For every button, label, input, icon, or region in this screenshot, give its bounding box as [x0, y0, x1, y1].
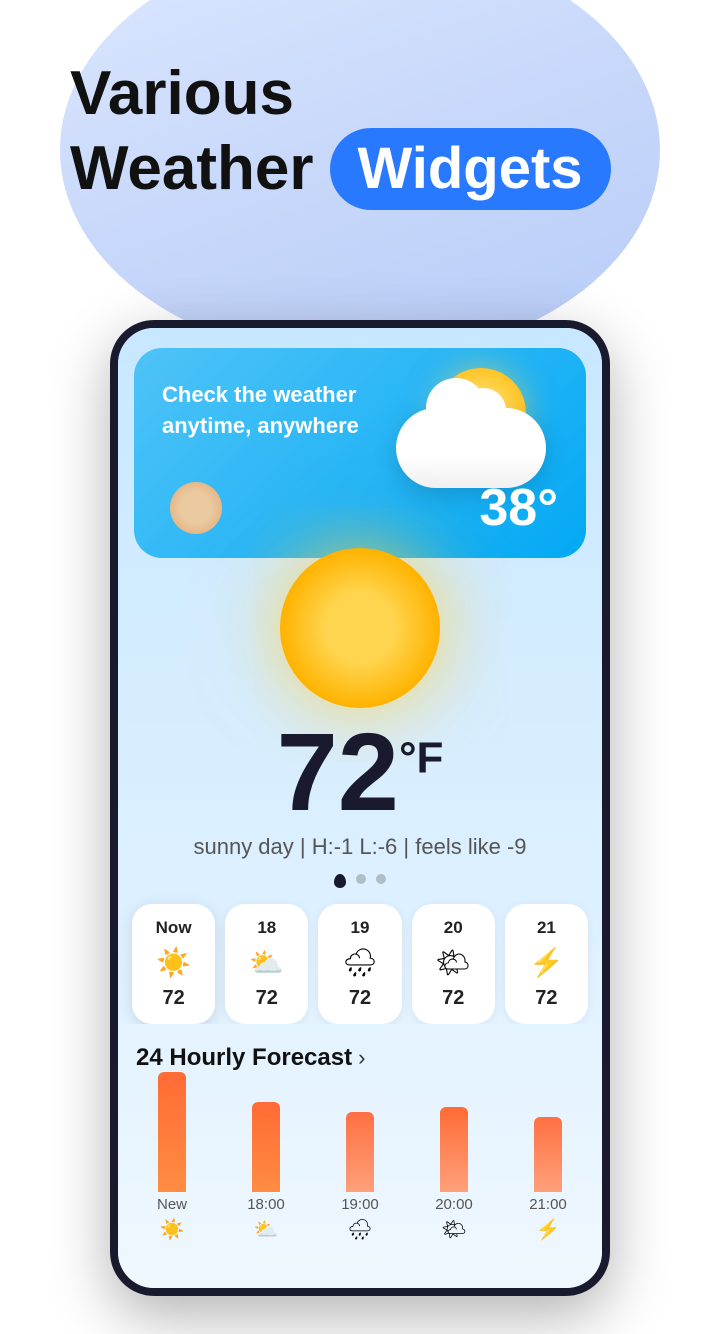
- hour-label: 18: [231, 918, 302, 938]
- bar-fill: [158, 1072, 186, 1192]
- hour-temp: 72: [418, 987, 489, 1010]
- hour-icon: 🌤: [418, 946, 489, 979]
- bar-label: New: [157, 1196, 187, 1213]
- bar-label: 18:00: [247, 1196, 285, 1213]
- bar-label: 20:00: [435, 1196, 473, 1213]
- temperature-unit: °F: [399, 733, 443, 782]
- hour-card[interactable]: 18 ⛅ 72: [225, 904, 308, 1024]
- weather-description: sunny day | H:-1 L:-6 | feels like -9: [138, 834, 582, 860]
- main-weather-section: 72°F sunny day | H:-1 L:-6 | feels like …: [118, 548, 602, 888]
- bar-column: New ☀️: [128, 1072, 216, 1242]
- hour-card[interactable]: 21 ⚡ 72: [505, 904, 588, 1024]
- hour-icon: 🌧: [324, 946, 395, 979]
- hour-temp: 72: [231, 987, 302, 1010]
- header-section: Various Weather Widgets: [0, 0, 720, 340]
- widget-description: Check the weather anytime, anywhere: [162, 380, 362, 442]
- temperature-value: 72: [277, 711, 399, 834]
- bar-label: 19:00: [341, 1196, 379, 1213]
- hour-card[interactable]: 19 🌧 72: [318, 904, 401, 1024]
- dot-location: [334, 874, 346, 888]
- forecast-arrow: ›: [358, 1045, 365, 1071]
- bar-icon: ⚡: [536, 1217, 561, 1242]
- bar-fill: [440, 1107, 468, 1192]
- hour-temp: 72: [511, 987, 582, 1010]
- hour-icon: ⚡: [511, 946, 582, 979]
- bar-label: 21:00: [529, 1196, 567, 1213]
- hour-card[interactable]: 20 🌤 72: [412, 904, 495, 1024]
- hour-temp: 72: [324, 987, 395, 1010]
- dot-2: [356, 874, 366, 884]
- bar-column: 19:00 🌧: [316, 1112, 404, 1242]
- phone-frame: Check the weather anytime, anywhere 38° …: [110, 320, 610, 1296]
- temperature-display: 72°F: [138, 718, 582, 828]
- sun-large-icon: [280, 548, 440, 708]
- widget-temperature: 38°: [479, 478, 558, 538]
- hour-label: Now: [138, 918, 209, 938]
- widget-icon-area: [396, 358, 566, 488]
- header-line2: Weather Widgets: [70, 128, 611, 210]
- hour-temp: 72: [138, 987, 209, 1010]
- pagination-dots: [138, 874, 582, 888]
- hour-icon: ☀️: [138, 946, 209, 979]
- header-text: Various Weather Widgets: [70, 60, 611, 210]
- hour-label: 20: [418, 918, 489, 938]
- bar-icon: ⛅: [254, 1217, 279, 1242]
- side-button-1: [606, 528, 610, 588]
- bar-icon: 🌤: [441, 1217, 466, 1242]
- cloud-icon: [396, 408, 546, 488]
- hour-icon: ⛅: [231, 946, 302, 979]
- bar-icon: 🌧: [347, 1217, 372, 1242]
- hourly-forecast-row: Now ☀️ 72 18 ⛅ 72 19 🌧 72 20 🌤 72 21 ⚡ 7…: [118, 888, 602, 1024]
- widget-card: Check the weather anytime, anywhere 38°: [134, 348, 586, 558]
- bar-fill: [534, 1117, 562, 1192]
- hour-label: 21: [511, 918, 582, 938]
- bar-column: 20:00 🌤: [410, 1107, 498, 1242]
- hour-label: 19: [324, 918, 395, 938]
- side-button-2: [606, 628, 610, 688]
- bar-fill: [252, 1102, 280, 1192]
- bar-fill: [346, 1112, 374, 1192]
- dot-3: [376, 874, 386, 884]
- widgets-badge: Widgets: [330, 128, 611, 210]
- hour-card[interactable]: Now ☀️ 72: [132, 904, 215, 1024]
- bar-column: 18:00 ⛅: [222, 1102, 310, 1242]
- bar-chart-row: New ☀️ 18:00 ⛅ 19:00 🌧 20:00 🌤 21:00 ⚡: [118, 1082, 602, 1242]
- header-line1: Various: [70, 60, 611, 128]
- sun-cloud-icon: [396, 358, 566, 488]
- bar-column: 21:00 ⚡: [504, 1117, 592, 1242]
- phone-inner: Check the weather anytime, anywhere 38° …: [118, 328, 602, 1288]
- header-line2-text: Weather: [70, 132, 314, 206]
- peach-circle-icon: [170, 482, 222, 534]
- bar-icon: ☀️: [160, 1217, 185, 1242]
- forecast-title: 24 Hourly Forecast: [136, 1044, 352, 1072]
